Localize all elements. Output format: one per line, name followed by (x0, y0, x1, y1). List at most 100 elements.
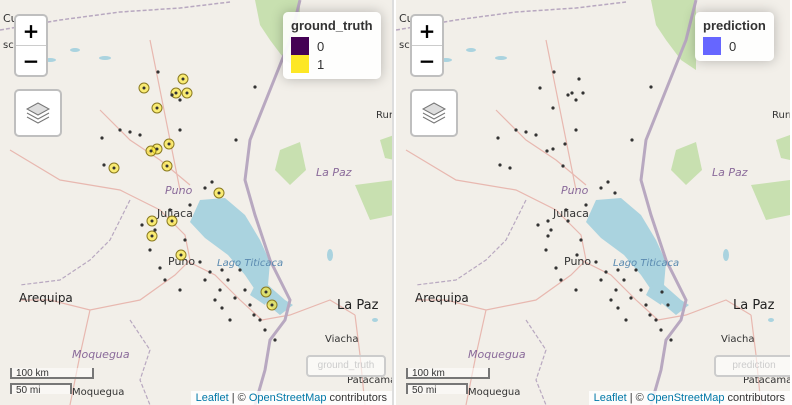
marker-prediction[interactable] (536, 223, 540, 227)
marker-prediction[interactable] (575, 253, 579, 257)
marker-prediction[interactable] (544, 248, 548, 252)
marker-ground-truth-0[interactable] (213, 298, 217, 302)
layer-toggle-prediction[interactable]: prediction (714, 355, 790, 377)
marker-prediction[interactable] (546, 219, 550, 223)
marker-ground-truth-0[interactable] (218, 288, 222, 292)
marker-prediction[interactable] (616, 306, 620, 310)
marker-ground-truth-center[interactable] (174, 91, 178, 95)
marker-ground-truth-center[interactable] (155, 147, 159, 151)
marker-prediction[interactable] (498, 163, 502, 167)
marker-prediction[interactable] (496, 136, 500, 140)
marker-ground-truth-0[interactable] (153, 228, 157, 232)
marker-ground-truth-0[interactable] (156, 70, 160, 74)
marker-prediction[interactable] (604, 270, 608, 274)
marker-ground-truth-0[interactable] (138, 133, 142, 137)
marker-prediction[interactable] (579, 238, 583, 242)
layers-button[interactable] (14, 89, 62, 137)
marker-ground-truth-center[interactable] (170, 219, 174, 223)
marker-prediction[interactable] (545, 149, 549, 153)
marker-prediction[interactable] (524, 130, 528, 134)
marker-prediction[interactable] (563, 142, 567, 146)
marker-prediction[interactable] (616, 268, 620, 272)
marker-ground-truth-0[interactable] (220, 306, 224, 310)
leaflet-link[interactable]: Leaflet (196, 392, 229, 404)
marker-ground-truth-0[interactable] (233, 296, 237, 300)
marker-ground-truth-0[interactable] (203, 186, 207, 190)
marker-ground-truth-center[interactable] (150, 219, 154, 223)
marker-prediction[interactable] (624, 318, 628, 322)
marker-ground-truth-0[interactable] (178, 128, 182, 132)
map-panel-prediction[interactable]: Cu sc Puno Juliaca Puno Lago Titicaca Ar… (396, 0, 790, 405)
marker-prediction[interactable] (514, 128, 518, 132)
marker-prediction[interactable] (648, 313, 652, 317)
marker-prediction[interactable] (554, 266, 558, 270)
marker-ground-truth-0[interactable] (203, 278, 207, 282)
marker-ground-truth-center[interactable] (264, 290, 268, 294)
map-panel-ground-truth[interactable]: Cu sc Puno Juliaca Puno Lago Titicaca Ar… (0, 0, 394, 405)
marker-prediction[interactable] (561, 164, 565, 168)
layer-toggle-ground-truth[interactable]: ground_truth (306, 355, 386, 377)
marker-ground-truth-0[interactable] (248, 303, 252, 307)
marker-prediction[interactable] (551, 106, 555, 110)
marker-prediction[interactable] (609, 298, 613, 302)
marker-prediction[interactable] (508, 166, 512, 170)
marker-ground-truth-0[interactable] (170, 93, 174, 97)
marker-ground-truth-0[interactable] (208, 270, 212, 274)
marker-prediction[interactable] (581, 91, 585, 95)
marker-ground-truth-0[interactable] (140, 223, 144, 227)
marker-ground-truth-0[interactable] (148, 248, 152, 252)
marker-ground-truth-center[interactable] (150, 234, 154, 238)
zoom-out-button[interactable]: − (16, 45, 46, 75)
marker-prediction[interactable] (546, 234, 550, 238)
marker-ground-truth-center[interactable] (270, 303, 274, 307)
marker-prediction[interactable] (574, 98, 578, 102)
marker-ground-truth-center[interactable] (181, 77, 185, 81)
marker-ground-truth-0[interactable] (273, 338, 277, 342)
marker-ground-truth-center[interactable] (142, 86, 146, 90)
marker-ground-truth-0[interactable] (238, 268, 242, 272)
zoom-in-button[interactable]: + (16, 16, 46, 45)
marker-ground-truth-center[interactable] (149, 149, 153, 153)
marker-ground-truth-0[interactable] (228, 318, 232, 322)
marker-ground-truth-0[interactable] (102, 163, 106, 167)
marker-ground-truth-center[interactable] (179, 253, 183, 257)
marker-prediction[interactable] (622, 278, 626, 282)
marker-ground-truth-0[interactable] (243, 288, 247, 292)
marker-ground-truth-0[interactable] (178, 288, 182, 292)
marker-prediction[interactable] (564, 208, 568, 212)
marker-prediction[interactable] (538, 86, 542, 90)
marker-ground-truth-0[interactable] (178, 98, 182, 102)
marker-ground-truth-0[interactable] (163, 278, 167, 282)
marker-ground-truth-0[interactable] (258, 318, 262, 322)
osm-link[interactable]: OpenStreetMap (647, 392, 725, 404)
marker-prediction[interactable] (534, 133, 538, 137)
marker-prediction[interactable] (577, 77, 581, 81)
marker-prediction[interactable] (570, 91, 574, 95)
marker-prediction[interactable] (549, 228, 553, 232)
marker-prediction[interactable] (574, 288, 578, 292)
marker-prediction[interactable] (654, 318, 658, 322)
marker-prediction[interactable] (552, 70, 556, 74)
marker-ground-truth-0[interactable] (253, 85, 257, 89)
marker-prediction[interactable] (669, 338, 673, 342)
marker-prediction[interactable] (629, 296, 633, 300)
marker-prediction[interactable] (659, 328, 663, 332)
marker-ground-truth-center[interactable] (165, 164, 169, 168)
marker-ground-truth-0[interactable] (198, 260, 202, 264)
marker-ground-truth-center[interactable] (112, 166, 116, 170)
marker-prediction[interactable] (644, 303, 648, 307)
marker-prediction[interactable] (566, 219, 570, 223)
marker-ground-truth-0[interactable] (188, 203, 192, 207)
marker-prediction[interactable] (599, 278, 603, 282)
marker-ground-truth-center[interactable] (185, 91, 189, 95)
marker-prediction[interactable] (606, 180, 610, 184)
marker-ground-truth-center[interactable] (217, 191, 221, 195)
marker-ground-truth-0[interactable] (263, 328, 267, 332)
marker-ground-truth-0[interactable] (226, 278, 230, 282)
marker-prediction[interactable] (630, 138, 634, 142)
marker-ground-truth-0[interactable] (158, 266, 162, 270)
marker-prediction[interactable] (551, 147, 555, 151)
marker-ground-truth-0[interactable] (210, 180, 214, 184)
marker-prediction[interactable] (666, 303, 670, 307)
marker-prediction[interactable] (584, 203, 588, 207)
